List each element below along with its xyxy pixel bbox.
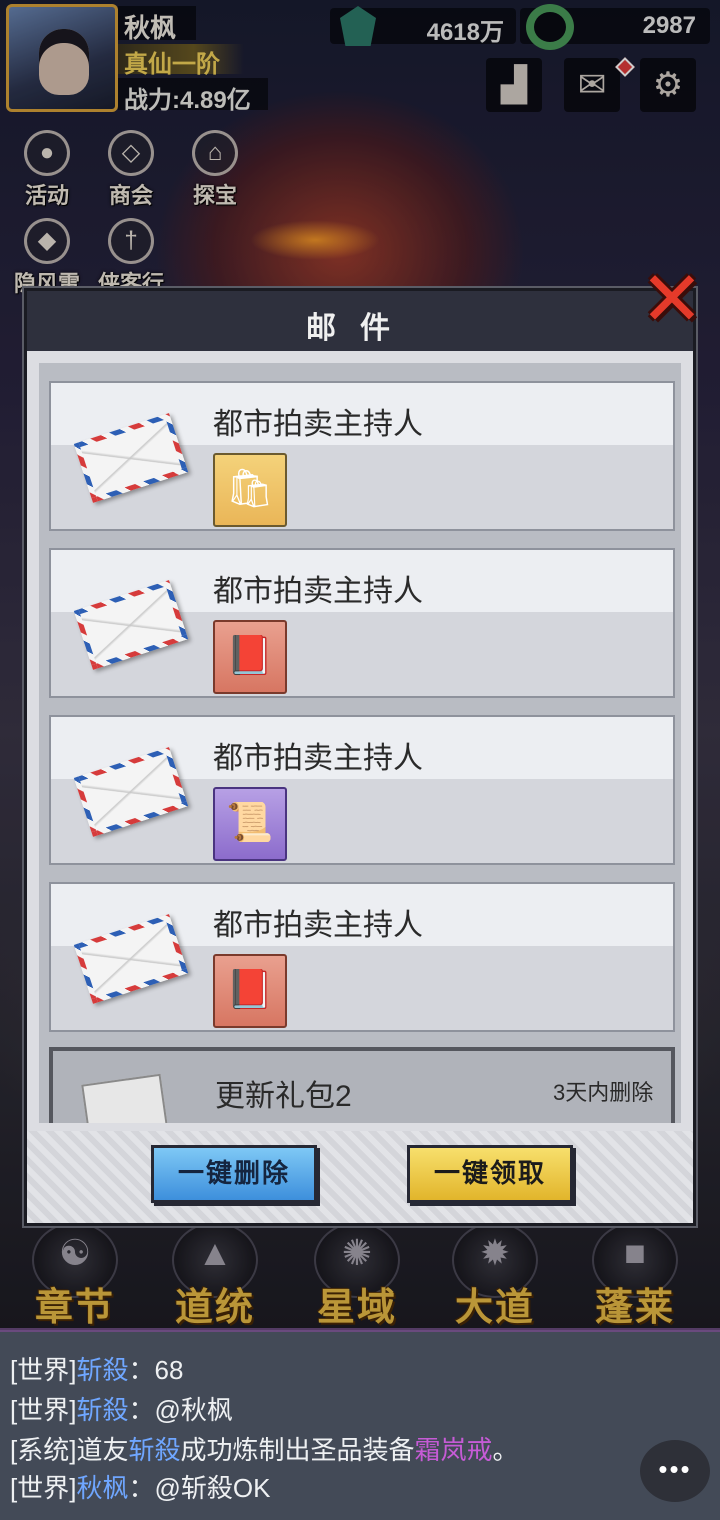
gift-bag-icon: 🛍	[225, 468, 275, 510]
chat-line: [世界]斩殺：@秋枫	[10, 1390, 233, 1427]
chat-message: 成功炼制出圣品装备	[180, 1435, 415, 1465]
mail-item[interactable]: 都市拍卖主持人 📕	[49, 548, 675, 698]
chat-message: @斩殺OK	[154, 1473, 271, 1503]
chat-channel: [世界]	[10, 1473, 77, 1503]
dialog-title: 邮件	[306, 312, 414, 345]
chat-channel: [系统]	[10, 1435, 77, 1465]
red-book-icon: 📕	[226, 635, 274, 677]
chat-username[interactable]: 秋枫	[76, 1473, 128, 1503]
chat-open-button[interactable]: •••	[640, 1440, 710, 1502]
chat-channel: [世界]	[10, 1355, 77, 1385]
chat-separator: ：	[128, 1355, 155, 1385]
attachment-slot[interactable]: 📕	[213, 954, 287, 1028]
chat-message: 。	[492, 1435, 519, 1465]
red-book-icon: 📕	[226, 969, 274, 1011]
attachment-slot[interactable]: 📕	[213, 620, 287, 694]
chat-line: [世界]斩殺：68	[10, 1350, 183, 1387]
delete-all-button[interactable]: 一键删除	[151, 1145, 317, 1203]
chat-bubble-icon: •••	[658, 1454, 692, 1484]
dialog-header: 邮件	[27, 291, 693, 351]
mail-sender: 都市拍卖主持人	[213, 742, 423, 775]
chat-separator: ：	[128, 1473, 155, 1503]
chat-line: [系统]道友斩殺成功炼制出圣品装备霜岚戒。	[10, 1430, 519, 1467]
mail-item[interactable]: 都市拍卖主持人 📕	[49, 882, 675, 1032]
mail-expire-note: 3天内删除	[553, 1080, 654, 1105]
chat-message: @秋枫	[154, 1395, 233, 1425]
chat-item-link[interactable]: 霜岚戒	[415, 1435, 493, 1465]
chat-message: 68	[154, 1355, 184, 1385]
close-icon: ✕	[640, 257, 704, 342]
claim-all-button[interactable]: 一键领取	[407, 1145, 573, 1203]
close-dialog-button[interactable]: ✕	[640, 257, 704, 342]
mail-sender: 都市拍卖主持人	[213, 408, 423, 441]
mail-item[interactable]: 都市拍卖主持人 🛍	[49, 381, 675, 531]
chat-message: 道友	[76, 1435, 129, 1465]
chat-line: [世界]秋枫：@斩殺OK	[10, 1468, 270, 1505]
scroll-icon: 📜	[226, 802, 274, 844]
chat-separator: ：	[128, 1395, 155, 1425]
attachment-slot[interactable]: 🛍	[213, 453, 287, 527]
chat-username[interactable]: 斩殺	[128, 1435, 180, 1465]
chat-channel: [世界]	[10, 1395, 77, 1425]
mail-title: 更新礼包2	[215, 1080, 352, 1113]
chat-username[interactable]: 斩殺	[76, 1395, 128, 1425]
mail-sender: 都市拍卖主持人	[213, 909, 423, 942]
chat-username[interactable]: 斩殺	[76, 1355, 128, 1385]
mail-dialog: 邮件 都市拍卖主持人 🛍 都市拍卖主持人 📕 都市拍卖主持人 📜 都市拍卖主持人…	[24, 288, 696, 1226]
mail-item[interactable]: 都市拍卖主持人 📜	[49, 715, 675, 865]
mail-sender: 都市拍卖主持人	[213, 575, 423, 608]
dialog-footer: 一键删除 一键领取	[27, 1131, 693, 1223]
attachment-slot[interactable]: 📜	[213, 787, 287, 861]
mail-list[interactable]: 都市拍卖主持人 🛍 都市拍卖主持人 📕 都市拍卖主持人 📜 都市拍卖主持人 📕 …	[39, 363, 681, 1123]
mail-item-read[interactable]: 更新礼包2 3天内删除	[49, 1047, 675, 1123]
